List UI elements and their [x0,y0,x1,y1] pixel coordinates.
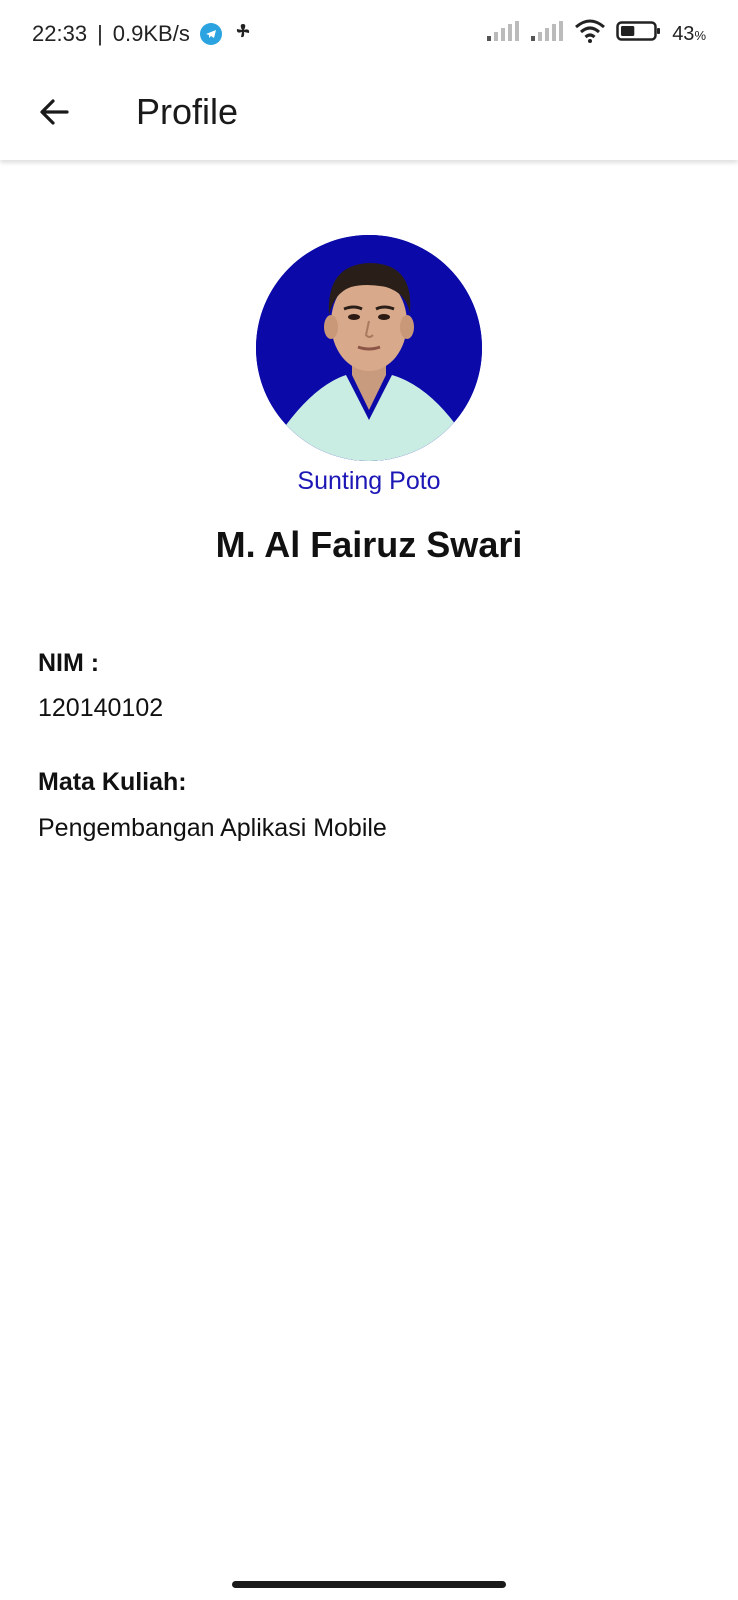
status-right: 43% [486,19,706,49]
battery-icon [616,19,662,49]
status-separator: | [97,21,103,46]
signal-icon [486,20,520,48]
avatar[interactable] [256,235,482,461]
profile-name: M. Al Fairuz Swari [215,524,523,565]
nim-value: 120140102 [38,694,164,722]
arrow-back-icon [40,99,69,125]
nim-label: NIM : [38,649,100,677]
status-network-speed: 0.9KB/s [112,21,190,46]
home-indicator[interactable] [232,1581,506,1588]
telegram-icon [199,23,222,45]
status-time: 22:33 [32,21,88,46]
signal-icon [530,20,564,48]
battery-percent-value: 43 [672,22,695,45]
app-bar: Profile [0,68,738,160]
status-bar: 22:33 | 0.9KB/s 43% [0,0,738,68]
course-value: Pengembangan Aplikasi Mobile [38,814,387,842]
status-left: 22:33 | 0.9KB/s [32,20,254,48]
edit-photo-link[interactable]: Sunting Poto [0,464,738,498]
wifi-icon [574,19,606,49]
battery-percent-unit: % [694,27,706,43]
profile-photo [256,235,482,461]
battery-percent: 43% [672,23,706,46]
fan-icon [232,20,254,48]
back-button[interactable] [30,88,78,136]
course-label: Mata Kuliah: [38,768,187,796]
page-title: Profile [136,91,239,132]
